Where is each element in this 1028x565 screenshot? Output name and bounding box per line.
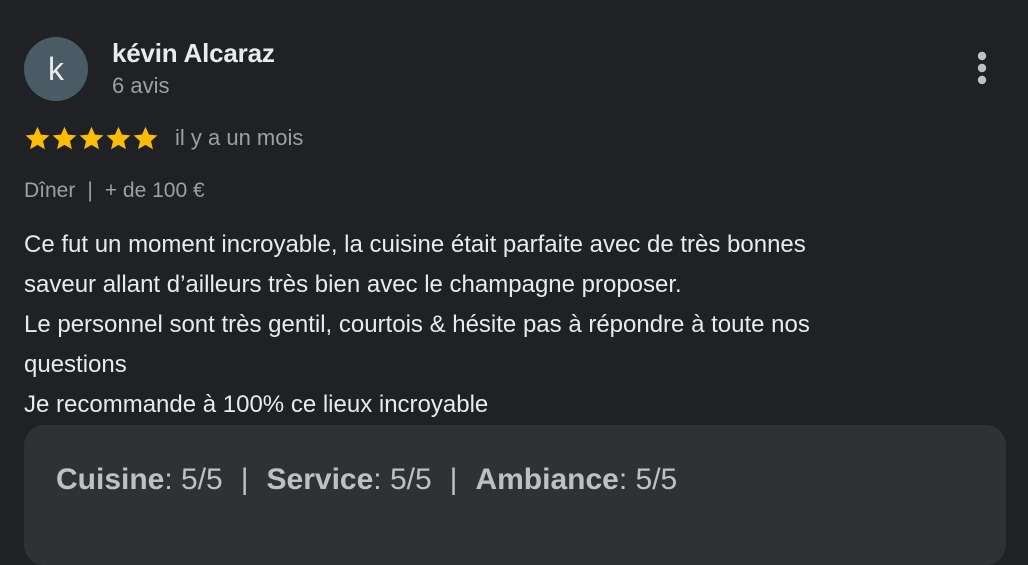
review-text: Ce fut un moment incroyable, la cuisine …	[24, 225, 984, 425]
star-icon	[79, 126, 104, 149]
star-icon	[52, 126, 77, 149]
cuisine-rating-value: : 5/5	[164, 463, 223, 496]
meal-type: Dîner	[24, 179, 76, 202]
review-line: Le personnel sont très gentil, courtois …	[24, 311, 810, 338]
more-options-button[interactable]	[962, 46, 1002, 90]
review-count: 6 avis	[112, 73, 170, 98]
review-line: Je recommande à 100% ce lieux incroyable	[24, 391, 489, 418]
cuisine-rating-label: Cuisine	[56, 463, 165, 496]
author-name[interactable]: kévin Alcaraz	[112, 38, 275, 69]
star-icon	[133, 126, 158, 149]
review-line: questions	[24, 351, 127, 378]
visit-meta: Dîner | + de 100 €	[24, 179, 205, 203]
review-line: saveur allant d’ailleurs très bien avec …	[24, 271, 682, 298]
meta-separator: |	[87, 179, 93, 202]
service-rating-label: Service	[266, 463, 374, 496]
avatar[interactable]: k	[24, 37, 88, 101]
sub-ratings-card: Cuisine : 5/5 | Service : 5/5 | Ambiance…	[24, 425, 1006, 565]
star-icon	[106, 126, 131, 149]
rating-separator: |	[449, 463, 458, 496]
star-icon	[25, 126, 50, 149]
price-range: + de 100 €	[104, 179, 205, 202]
vertical-dots-icon	[977, 51, 987, 85]
star-rating	[24, 125, 159, 152]
ambiance-rating-label: Ambiance	[475, 463, 619, 496]
review-line: Ce fut un moment incroyable, la cuisine …	[24, 231, 806, 258]
ambiance-rating-value: : 5/5	[618, 463, 678, 496]
review-date: il y a un mois	[175, 125, 304, 150]
service-rating-value: : 5/5	[373, 463, 432, 496]
rating-row: il y a un mois	[24, 123, 303, 153]
rating-separator: |	[240, 463, 249, 496]
